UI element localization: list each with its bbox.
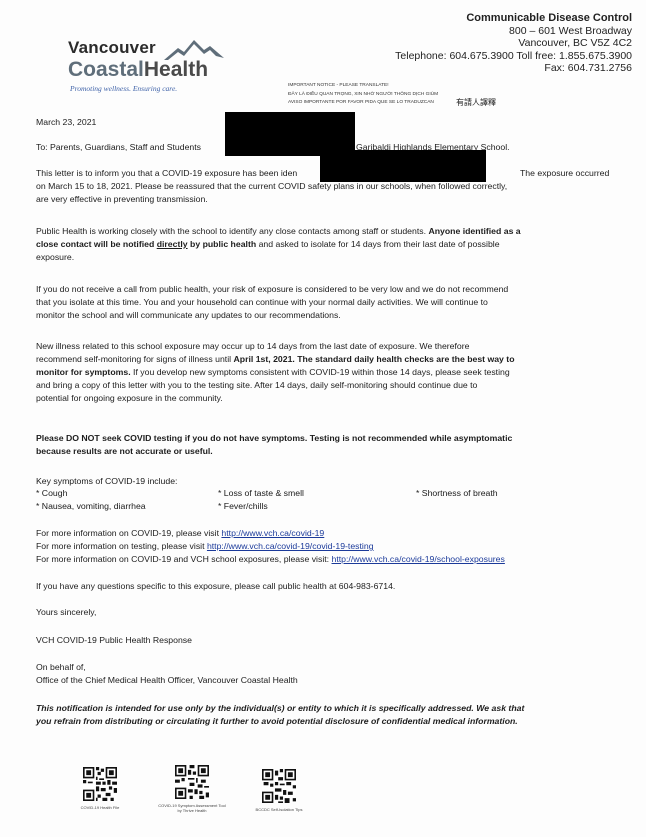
school-exposures-link[interactable]: http://www.vch.ca/covid-19/school-exposu… (332, 554, 505, 564)
info-line: For more information on COVID-19 and VCH… (36, 554, 505, 564)
paragraph-monitoring: New illness related to this school expos… (36, 341, 515, 403)
symptom-item: * Cough (36, 488, 68, 498)
logo-tagline: Promoting wellness. Ensuring care. (70, 84, 178, 93)
phone-line: Telephone: 604.675.3900 Toll free: 1.855… (395, 49, 632, 62)
symptoms-heading: Key symptoms of COVID-19 include: (36, 476, 178, 486)
paragraph-exposure: This letter is to inform you that a COVI… (36, 168, 610, 204)
qr-code-icon[interactable] (83, 767, 117, 801)
qr-code-icon[interactable] (262, 769, 296, 803)
info-links: For more information on COVID-19, please… (36, 527, 602, 566)
paragraph-contacts: Public Health is working closely with th… (36, 226, 521, 262)
notice-chinese: 有請人譯釋 (456, 98, 496, 107)
qr-label: COVID-19 Symptom Assessment Tool by Thri… (158, 803, 226, 813)
confidentiality-disclaimer: This notification is intended for use on… (36, 703, 525, 726)
qr-code-icon[interactable] (175, 765, 209, 799)
notice-line: IMPORTANT NOTICE - PLEASE TRANSLATE! (288, 83, 389, 88)
address-line: Vancouver, BC V5Z 4C2 (518, 37, 632, 50)
questions-line: If you have any questions specific to th… (36, 581, 396, 591)
symptom-item: * Loss of taste & smell (218, 488, 304, 498)
vch-logo: Vancouver CoastalHealth Promoting wellne… (68, 38, 228, 98)
paragraph-testing-warning: Please DO NOT seek COVID testing if you … (36, 433, 513, 456)
translation-notice: IMPORTANT NOTICE - PLEASE TRANSLATE! ĐÂY… (288, 82, 518, 108)
cdc-address-block: Communicable Disease Control 800 – 601 W… (395, 12, 632, 75)
dept-name: Communicable Disease Control (466, 12, 632, 24)
symptom-item: * Nausea, vomiting, diarrhea (36, 501, 146, 511)
qr-label: BCCDC Self-Isolation Tips (255, 807, 303, 812)
covid-info-link[interactable]: http://www.vch.ca/covid-19 (221, 528, 324, 538)
signature: VCH COVID-19 Public Health Response (36, 635, 192, 645)
symptom-item: * Fever/chills (218, 501, 268, 511)
qr-label: COVID-19 Health File (80, 805, 120, 810)
symptom-item: * Shortness of breath (416, 488, 498, 498)
fax-line: Fax: 604.731.2756 (544, 62, 632, 75)
symptoms-list: Key symptoms of COVID-19 include: * Coug… (36, 475, 602, 511)
letter-page: Vancouver CoastalHealth Promoting wellne… (0, 0, 646, 837)
on-behalf-of: On behalf of, Office of the Chief Medica… (36, 662, 298, 685)
logo-coastal-health: CoastalHealth (68, 58, 209, 81)
info-line: For more information on COVID-19, please… (36, 528, 325, 538)
testing-info-link[interactable]: http://www.vch.ca/covid-19/covid-19-test… (207, 541, 374, 551)
paragraph-low-risk: If you do not receive a call from public… (36, 284, 509, 320)
closing: Yours sincerely, (36, 607, 97, 617)
address-line: 800 – 601 West Broadway (509, 24, 632, 37)
redaction-box (320, 156, 356, 170)
info-line: For more information on testing, please … (36, 541, 374, 551)
